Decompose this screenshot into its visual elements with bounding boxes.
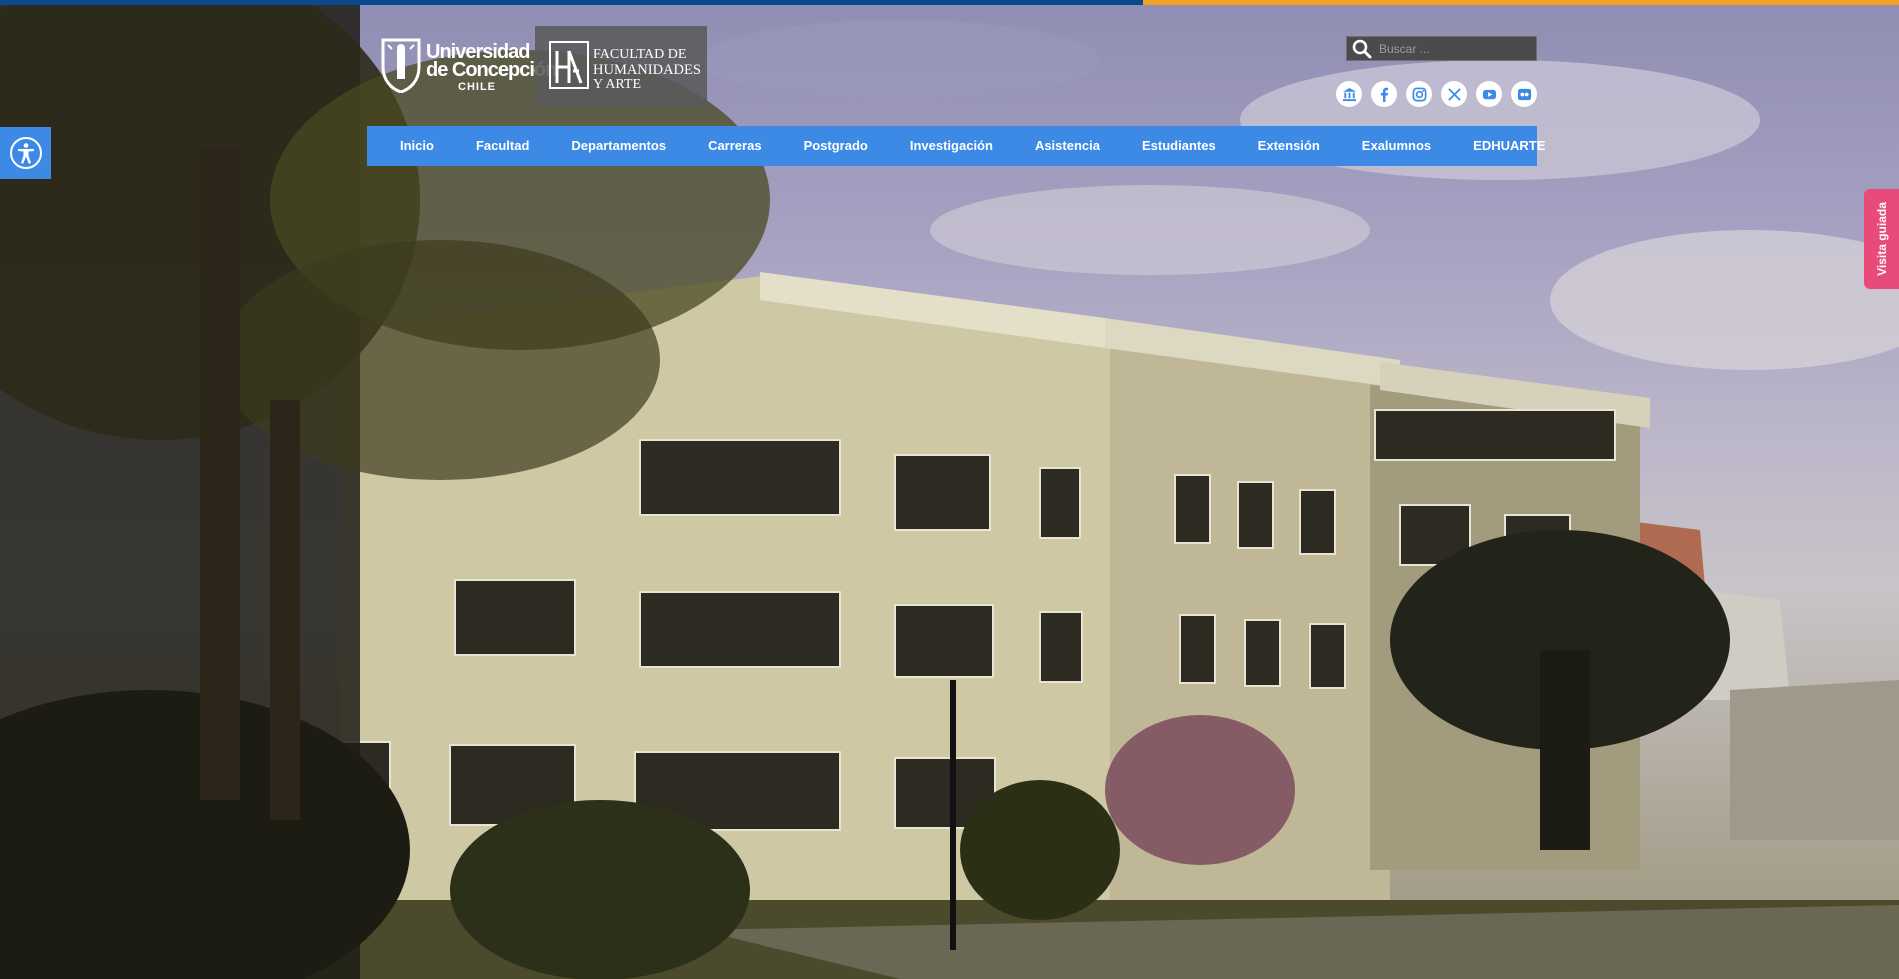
facebook-link[interactable] bbox=[1371, 81, 1397, 107]
university-logo[interactable]: Universidad de Concepción CHILE bbox=[378, 36, 557, 96]
top-stripe-blue bbox=[0, 0, 1143, 5]
flickr-link[interactable] bbox=[1511, 81, 1537, 107]
search-icon[interactable] bbox=[1351, 38, 1373, 60]
faculty-logo-line3: Y ARTE bbox=[593, 77, 642, 92]
institution-link[interactable] bbox=[1336, 81, 1362, 107]
nav-item-edhuarte[interactable]: EDHUARTE bbox=[1452, 126, 1566, 166]
flickr-icon bbox=[1517, 88, 1531, 100]
faculty-logo[interactable]: FACULTAD DE HUMANIDADES Y ARTE bbox=[535, 26, 707, 106]
nav-item-postgrado[interactable]: Postgrado bbox=[783, 126, 889, 166]
youtube-icon bbox=[1482, 89, 1496, 99]
accessibility-icon bbox=[9, 137, 42, 169]
social-links bbox=[1336, 81, 1537, 107]
nav-item-carreras[interactable]: Carreras bbox=[687, 126, 783, 166]
university-logo-line3: CHILE bbox=[458, 81, 496, 93]
nav-item-extension[interactable]: Extensión bbox=[1237, 126, 1341, 166]
nav-item-investigacion[interactable]: Investigación bbox=[889, 126, 1014, 166]
x-twitter-link[interactable] bbox=[1441, 81, 1467, 107]
guided-tour-tab[interactable]: Visita guiada bbox=[1864, 189, 1899, 289]
institution-icon bbox=[1342, 87, 1356, 101]
guided-tour-label: Visita guiada bbox=[1874, 202, 1889, 276]
youtube-link[interactable] bbox=[1476, 81, 1502, 107]
search-box bbox=[1346, 36, 1537, 61]
search-input[interactable] bbox=[1379, 39, 1529, 58]
main-nav: Inicio Facultad Departamentos Carreras P… bbox=[367, 126, 1545, 166]
top-stripe-orange bbox=[1143, 0, 1899, 5]
x-twitter-icon bbox=[1447, 87, 1461, 101]
nav-item-facultad[interactable]: Facultad bbox=[455, 126, 550, 166]
nav-item-inicio[interactable]: Inicio bbox=[367, 126, 455, 166]
faculty-mark-icon bbox=[549, 41, 589, 89]
university-shield-icon bbox=[381, 38, 421, 93]
instagram-link[interactable] bbox=[1406, 81, 1432, 107]
nav-item-departamentos[interactable]: Departamentos bbox=[550, 126, 687, 166]
nav-item-estudiantes[interactable]: Estudiantes bbox=[1121, 126, 1237, 166]
nav-item-asistencia[interactable]: Asistencia bbox=[1014, 126, 1121, 166]
instagram-icon bbox=[1412, 87, 1426, 101]
accessibility-button[interactable] bbox=[0, 127, 51, 179]
faculty-logo-line1: FACULTAD DE bbox=[593, 47, 687, 62]
nav-item-exalumnos[interactable]: Exalumnos bbox=[1341, 126, 1452, 166]
facebook-icon bbox=[1380, 87, 1388, 102]
